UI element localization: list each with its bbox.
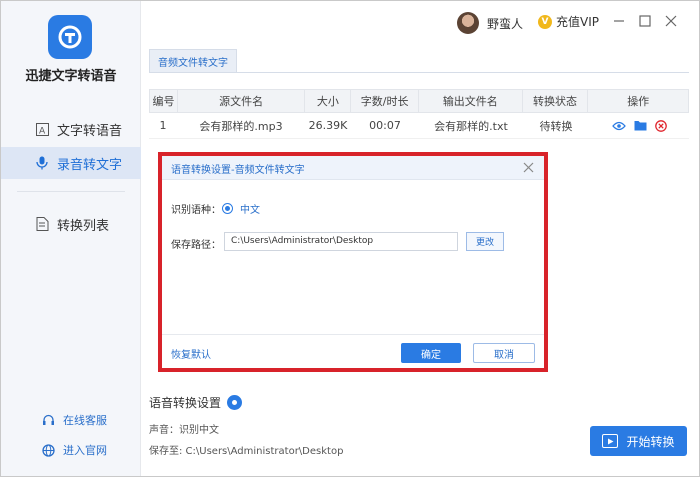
voice-setting: 声音：识别中文: [149, 425, 219, 436]
avatar: [457, 12, 479, 34]
language-label: 识别语种：: [171, 205, 221, 216]
sidebar-item-label: 录音转文字: [57, 157, 123, 173]
dialog-footer-divider: [162, 334, 544, 335]
save-path-label: 保存路径：: [171, 240, 221, 251]
row-actions: [589, 113, 689, 138]
close-icon: [665, 15, 677, 27]
maximize-icon: [639, 15, 651, 27]
dialog-title: 语音转换设置-音频文件转文字: [171, 165, 305, 176]
file-size: 26.39K: [308, 119, 348, 132]
close-window-button[interactable]: [663, 13, 679, 29]
app-window: 迅捷文字转语音 A 文字转语音 录音转文字 转换列表 在线客服 进入官网 野蛮人…: [0, 0, 700, 477]
column-header: 操作: [627, 95, 650, 108]
start-conversion-button[interactable]: 开始转换: [590, 426, 687, 456]
delete-icon[interactable]: [654, 119, 667, 132]
column-header: 输出文件名: [419, 90, 523, 112]
microphone-icon: [35, 156, 49, 170]
conversion-status: 待转换: [539, 119, 573, 133]
user-name: 野蛮人: [487, 16, 524, 31]
eye-icon[interactable]: [611, 121, 626, 131]
save-path-input[interactable]: C:\Users\Administrator\Desktop: [224, 232, 458, 251]
cancel-button[interactable]: 取消: [473, 343, 535, 363]
user-profile[interactable]: 野蛮人: [457, 11, 523, 35]
vip-crown-icon: V: [538, 14, 552, 29]
dialog-close-button[interactable]: [520, 159, 536, 175]
app-name: 迅捷文字转语音: [25, 69, 117, 84]
start-conversion-label: 开始转换: [626, 434, 675, 449]
confirm-button[interactable]: 确定: [401, 343, 461, 363]
headset-icon: [41, 413, 55, 427]
vip-label: 充值VIP: [556, 15, 599, 29]
file-duration: 00:07: [369, 119, 401, 132]
official-site-label: 进入官网: [63, 444, 107, 457]
settings-title: 语音转换设置: [149, 394, 243, 411]
vip-button[interactable]: V 充值VIP: [538, 13, 599, 30]
save-location: 保存至: C:\Users\Administrator\Desktop: [149, 446, 344, 457]
sidebar-item-speech-to-text[interactable]: 录音转文字: [1, 147, 141, 179]
table-row[interactable]: 1 会有那样的.mp3 26.39K 00:07 会有那样的.txt 待转换: [149, 113, 689, 139]
restore-defaults-link[interactable]: 恢复默认: [171, 346, 211, 361]
sidebar-item-label: 文字转语音: [57, 123, 123, 139]
text-a-icon: A: [35, 122, 49, 136]
settings-title-text: 语音转换设置: [149, 396, 222, 410]
table-header: 编号 源文件名 大小 字数/时长 输出文件名 转换状态 操作: [149, 89, 689, 113]
column-header: 源文件名: [178, 90, 306, 112]
gear-icon[interactable]: [227, 395, 243, 410]
online-service-link[interactable]: 在线客服: [41, 411, 107, 429]
file-table: 编号 源文件名 大小 字数/时长 输出文件名 转换状态 操作 1 会有那样的.m…: [149, 89, 689, 139]
column-header: 大小: [305, 90, 352, 112]
play-icon: [602, 434, 619, 448]
official-site-link[interactable]: 进入官网: [41, 441, 107, 459]
app-logo: [48, 15, 92, 59]
sidebar-item-label: 转换列表: [57, 218, 110, 234]
output-file-name: 会有那样的.txt: [434, 119, 508, 133]
globe-icon: [41, 443, 55, 457]
column-header: 编号: [150, 90, 178, 112]
column-header: 转换状态: [523, 90, 589, 112]
change-path-button[interactable]: 更改: [466, 232, 504, 251]
minimize-icon: [614, 20, 624, 22]
folder-icon[interactable]: [634, 120, 647, 131]
language-radio[interactable]: [222, 203, 233, 214]
conversion-settings-dialog: 语音转换设置-音频文件转文字 识别语种： 中文 保存路径： C:\Users\A…: [162, 156, 544, 368]
row-index: 1: [159, 119, 167, 132]
online-service-label: 在线客服: [63, 414, 107, 427]
tab-underline: [149, 72, 689, 73]
tab-audio-to-text[interactable]: 音频文件转文字: [149, 49, 237, 73]
column-header: 字数/时长: [351, 90, 420, 112]
maximize-button[interactable]: [637, 13, 653, 29]
close-icon: [523, 162, 533, 173]
sidebar: 迅捷文字转语音 A 文字转语音 录音转文字 转换列表 在线客服 进入官网: [1, 1, 141, 476]
sidebar-item-conversion-list[interactable]: 转换列表: [1, 208, 141, 240]
dialog-header: 语音转换设置-音频文件转文字: [162, 156, 544, 180]
divider: [17, 191, 125, 192]
language-option[interactable]: 中文: [240, 201, 260, 216]
source-file-name: 会有那样的.mp3: [199, 119, 283, 133]
svg-text:A: A: [39, 126, 46, 136]
sidebar-item-text-to-speech[interactable]: A 文字转语音: [1, 113, 141, 145]
logo-icon: [58, 25, 82, 49]
list-icon: [35, 217, 49, 231]
minimize-button[interactable]: [611, 13, 627, 29]
